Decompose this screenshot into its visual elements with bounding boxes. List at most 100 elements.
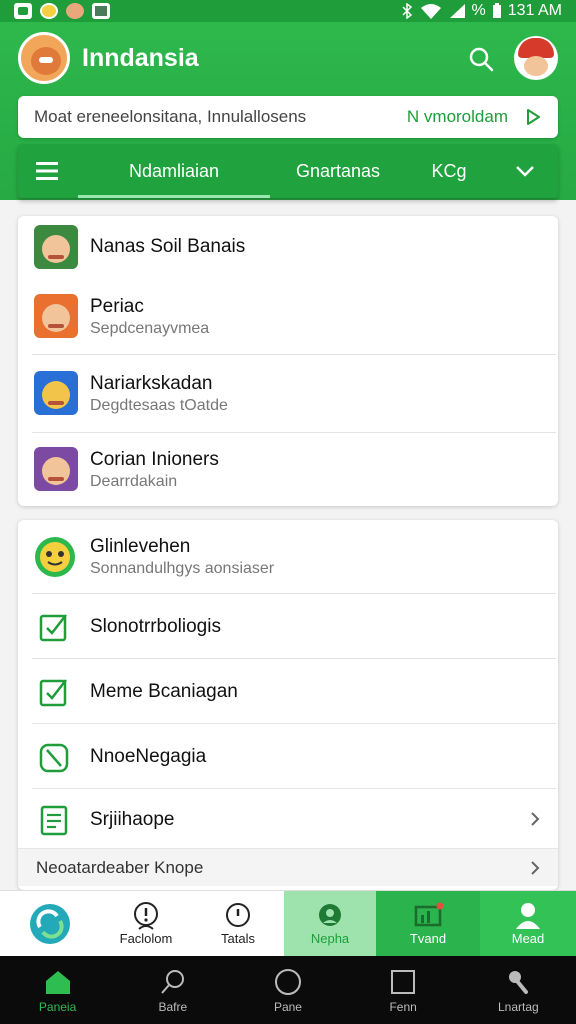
clock-icon — [226, 903, 250, 927]
nav-circle-button[interactable]: Pane — [230, 956, 345, 1024]
app-header: Inndansia Moat ereneelonsitana, Innulall… — [0, 22, 576, 200]
nav-label: Bafre — [158, 1000, 188, 1014]
item-thumbnail — [34, 447, 78, 491]
tab-1[interactable]: Ndamliaian — [78, 144, 270, 198]
checkbox-checked-icon — [39, 614, 67, 642]
list-item[interactable]: Slonotrrboliogis — [18, 594, 558, 658]
tab-mead[interactable]: Mead — [480, 891, 576, 956]
nav-label: Fenn — [389, 1000, 417, 1014]
nav-home-button[interactable]: Paneia — [0, 956, 115, 1024]
item-thumbnail — [34, 225, 78, 269]
list-item[interactable]: Corian Inioners Dearrdakain — [18, 433, 558, 506]
notification-gallery-icon — [92, 3, 110, 19]
signal-icon — [449, 4, 465, 18]
nav-tool-button[interactable]: Lnartag — [461, 956, 576, 1024]
bluetooth-icon — [401, 3, 412, 19]
item-title: Nanas Soil Banais — [90, 236, 246, 257]
list-item[interactable]: Nariarkskadan Degdtesaas tOatde — [18, 355, 558, 432]
tab-label: Mead — [511, 931, 545, 946]
item-title: Periac — [90, 296, 144, 317]
hamburger-menu-icon — [36, 162, 58, 180]
search-input[interactable]: Moat ereneelonsitana, Innulallosens — [34, 107, 306, 127]
checkbox-slash-icon — [39, 743, 69, 773]
item-subtitle: Dearrdakain — [90, 473, 178, 490]
item-title: Meme Bcaniagan — [90, 681, 238, 702]
tab-3[interactable]: KCg — [406, 144, 492, 198]
tab-home-logo[interactable] — [0, 891, 100, 956]
item-title: Corian Inioners — [90, 449, 219, 470]
list-item[interactable]: Periac Sepdcenayvmea — [18, 278, 558, 354]
item-title: Nariarkskadan — [90, 373, 213, 394]
app-title: Inndansia — [82, 44, 199, 72]
item-subtitle: Degdtesaas tOatde — [90, 397, 228, 414]
document-list-icon — [40, 805, 68, 836]
nav-search-button[interactable]: Bafre — [115, 956, 230, 1024]
menu-button[interactable] — [18, 144, 78, 198]
tab-tvand[interactable]: Tvand — [376, 891, 480, 956]
item-title: Glinlevehen — [90, 536, 191, 557]
tabs-more-button[interactable] — [492, 144, 558, 198]
alert-person-icon — [134, 902, 158, 930]
smiley-icon — [35, 537, 75, 577]
person-icon — [516, 903, 540, 929]
tab-tatals[interactable]: Tatals — [192, 891, 284, 956]
play-icon — [527, 109, 540, 125]
list-item[interactable]: Meme Bcaniagan — [18, 659, 558, 723]
tab-faclolom[interactable]: Faclolom — [100, 891, 192, 956]
search-action-button[interactable]: N vmoroldam — [407, 107, 542, 127]
nav-label: Lnartag — [497, 1000, 539, 1014]
tab-label: Tatals — [221, 931, 255, 946]
tool-icon — [509, 971, 529, 994]
chevron-down-icon — [516, 166, 534, 177]
status-system-icons: % 131 AM — [400, 2, 562, 20]
bottom-tab-bar: Faclolom Tatals Nepha Tvand Mead — [0, 890, 576, 956]
nav-label: Pane — [273, 1000, 302, 1014]
search-icon — [161, 970, 184, 994]
battery-icon — [492, 3, 501, 18]
list-item[interactable]: Glinlevehen Sonnandulhgys aonsiaser — [18, 520, 558, 592]
list-item[interactable]: Nanas Soil Banais — [18, 216, 558, 278]
item-title: Srjiihaope — [90, 809, 175, 830]
circle-icon — [274, 969, 301, 995]
app-logo[interactable] — [18, 32, 70, 84]
tab-label: Faclolom — [119, 931, 173, 946]
chart-icon — [414, 902, 443, 927]
square-icon — [391, 970, 416, 994]
nav-recents-button[interactable]: Fenn — [346, 956, 461, 1024]
featured-list-card: Nanas Soil Banais Periac Sepdcenayvmea N… — [18, 216, 558, 506]
item-title: Slonotrrboliogis — [90, 616, 221, 637]
status-notification-icons — [14, 3, 110, 19]
search-button[interactable] — [466, 44, 496, 74]
tab-label: Tvand — [409, 931, 447, 946]
user-avatar[interactable] — [514, 36, 558, 80]
item-title: NnoeNegagia — [90, 746, 207, 767]
item-thumbnail — [34, 371, 78, 415]
tab-nepha[interactable]: Nepha — [284, 891, 376, 956]
clock-time: 131 AM — [507, 2, 562, 19]
item-subtitle: Sonnandulhgys aonsiaser — [90, 560, 275, 577]
footer-link-label: Neoatardeaber Knope — [36, 857, 204, 877]
nav-label: Paneia — [38, 1000, 77, 1014]
item-thumbnail — [34, 294, 78, 338]
list-item[interactable]: Srjiihaope — [18, 789, 558, 849]
search-bar[interactable]: Moat ereneelonsitana, Innulallosens N vm… — [18, 96, 558, 138]
search-icon — [469, 47, 494, 72]
footer-link-row[interactable]: Neoatardeaber Knope — [18, 848, 558, 886]
status-bar: % 131 AM — [0, 0, 576, 22]
tab-2[interactable]: Gnartanas — [270, 144, 406, 198]
refresh-logo-icon — [30, 904, 70, 944]
list-item[interactable]: NnoeNegagia — [18, 724, 558, 788]
wifi-icon — [420, 4, 441, 19]
checkbox-checked-icon — [39, 679, 67, 707]
settings-list-card: Glinlevehen Sonnandulhgys aonsiaser Slon… — [18, 520, 558, 890]
item-subtitle: Sepdcenayvmea — [90, 320, 210, 337]
headset-icon — [319, 904, 341, 926]
tab-label: Nepha — [310, 931, 350, 946]
app-screen: % 131 AM Inndansia Moat ereneelonsitana,… — [0, 0, 576, 1024]
chevron-right-icon — [531, 861, 540, 875]
battery-percent: % — [471, 2, 486, 19]
notification-app-icon — [40, 3, 58, 19]
category-tabs: Ndamliaian Gnartanas KCg — [18, 144, 558, 198]
notification-app-icon — [66, 3, 84, 19]
system-navigation-bar: Paneia Bafre Pane Fenn Lnartag — [0, 956, 576, 1024]
